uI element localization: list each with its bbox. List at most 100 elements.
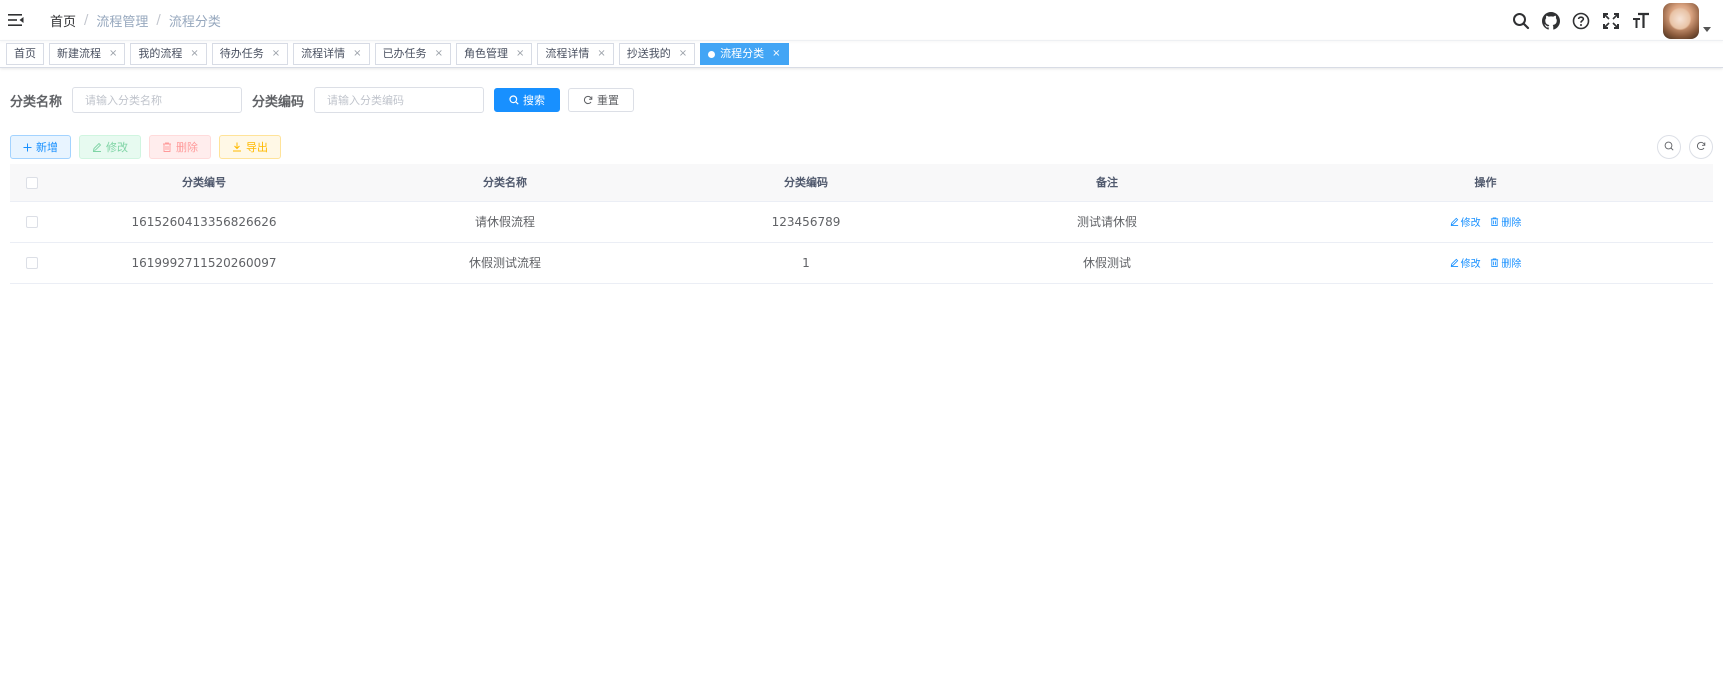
close-icon[interactable]: × — [679, 44, 687, 64]
tag-new-process[interactable]: 新建流程 × — [49, 43, 126, 65]
tag-done-tasks[interactable]: 已办任务 × — [374, 43, 451, 65]
edit-button[interactable]: 修改 — [79, 135, 141, 159]
row-edit-label: 修改 — [1460, 259, 1481, 270]
tag-label: 待办任务 — [219, 47, 264, 60]
add-button[interactable]: 新增 — [10, 135, 71, 159]
reset-button-label: 重置 — [597, 94, 620, 107]
row-delete-label: 删除 — [1501, 218, 1522, 229]
font-size-icon[interactable] — [1631, 11, 1651, 31]
tag-cc-me[interactable]: 抄送我的 × — [618, 43, 696, 65]
category-name-input[interactable]: 请输入分类名称 — [72, 87, 243, 113]
navbar: 首页 / 流程管理 / 流程分类 — [0, 0, 1723, 41]
user-avatar[interactable] — [1663, 2, 1699, 39]
export-button[interactable]: 导出 — [219, 135, 281, 159]
delete-button[interactable]: 删除 — [149, 135, 211, 159]
tag-label: 流程详情 — [301, 47, 346, 60]
tag-process-category[interactable]: 流程分类 × — [700, 43, 789, 65]
download-icon — [232, 142, 242, 152]
cell-category-id: 1615260413356826626 — [54, 201, 354, 243]
toolbar: 新增 修改 删除 导出 — [10, 135, 1713, 159]
row-select-cell — [10, 242, 54, 284]
search-icon — [1664, 140, 1674, 155]
row-checkbox[interactable] — [26, 216, 38, 228]
category-table: 分类编号 分类名称 分类编码 备注 操作 1615260413356826626… — [10, 164, 1713, 284]
tag-role-management[interactable]: 角色管理 × — [455, 43, 533, 65]
tag-process-detail[interactable]: 流程详情 × — [293, 43, 370, 65]
tag-label: 已办任务 — [382, 47, 427, 60]
tag-label: 角色管理 — [463, 47, 508, 60]
toggle-search-button[interactable] — [1657, 135, 1681, 159]
delete-button-label: 删除 — [176, 141, 198, 154]
tag-label: 我的流程 — [138, 47, 183, 60]
tag-label: 流程详情 — [545, 47, 590, 60]
search-icon[interactable] — [1511, 11, 1531, 31]
row-delete-link[interactable]: 删除 — [1490, 214, 1521, 229]
close-icon[interactable]: × — [597, 44, 605, 64]
search-form: 分类名称 请输入分类名称 分类编码 请输入分类编码 搜索 重置 — [10, 86, 1713, 114]
tag-home[interactable]: 首页 — [6, 43, 44, 65]
category-code-label: 分类编码 — [252, 94, 305, 110]
right-menu — [1501, 0, 1711, 41]
add-button-label: 新增 — [36, 141, 58, 154]
close-icon[interactable]: × — [272, 44, 280, 64]
tag-todo-tasks[interactable]: 待办任务 × — [211, 43, 289, 65]
tag-process-detail-2[interactable]: 流程详情 × — [537, 43, 614, 65]
breadcrumb-process-category: 流程分类 — [168, 14, 221, 30]
header-category-name: 分类名称 — [354, 164, 656, 202]
hamburger-icon[interactable] — [8, 13, 24, 27]
plus-icon — [23, 143, 32, 152]
active-dot-icon — [708, 50, 716, 58]
edit-button-label: 修改 — [106, 141, 128, 154]
search-icon — [509, 95, 519, 105]
row-delete-label: 删除 — [1501, 259, 1522, 270]
select-all-cell — [10, 164, 54, 202]
close-icon[interactable]: × — [435, 44, 443, 64]
category-code-input[interactable]: 请输入分类编码 — [314, 87, 485, 113]
close-icon[interactable]: × — [109, 44, 117, 64]
cell-category-id: 1619992711520260097 — [54, 242, 354, 284]
category-name-label: 分类名称 — [10, 94, 63, 110]
row-delete-link[interactable]: 删除 — [1490, 255, 1521, 270]
header-actions: 操作 — [1258, 164, 1713, 202]
search-button[interactable]: 搜索 — [494, 88, 561, 112]
table-row: 1615260413356826626 请休假流程 123456789 测试请休… — [10, 201, 1713, 243]
edit-icon — [92, 142, 102, 152]
cell-category-name: 休假测试流程 — [354, 242, 656, 284]
fullscreen-icon[interactable] — [1601, 11, 1621, 31]
breadcrumb-process-management: 流程管理 — [96, 14, 149, 30]
breadcrumb-home[interactable]: 首页 — [50, 11, 76, 30]
cell-category-code: 123456789 — [656, 201, 956, 243]
reset-button[interactable]: 重置 — [568, 88, 635, 112]
cell-actions: 修改 删除 — [1258, 242, 1713, 284]
cell-category-code: 1 — [656, 242, 956, 284]
row-edit-label: 修改 — [1460, 218, 1481, 229]
cell-category-name: 请休假流程 — [354, 201, 656, 243]
right-toolbar — [1649, 135, 1713, 159]
tag-label: 抄送我的 — [626, 47, 671, 60]
select-all-checkbox[interactable] — [26, 176, 38, 189]
help-icon[interactable] — [1571, 11, 1591, 31]
tag-my-process[interactable]: 我的流程 × — [130, 43, 207, 65]
tags-view: 首页 新建流程 × 我的流程 × 待办任务 × 流程详情 × 已办任务 × 角色管理 × 流… — [0, 41, 1723, 68]
close-icon[interactable]: × — [516, 44, 524, 64]
cell-actions: 修改 删除 — [1258, 201, 1713, 243]
app-main: 分类名称 请输入分类名称 分类编码 请输入分类编码 搜索 重置 新增 修改 删除… — [0, 86, 1723, 284]
breadcrumb: 首页 / 流程管理 / 流程分类 — [50, 11, 221, 30]
github-icon[interactable] — [1541, 11, 1561, 31]
export-button-label: 导出 — [246, 141, 268, 154]
close-icon[interactable]: × — [353, 44, 361, 64]
close-icon[interactable]: × — [190, 44, 198, 64]
edit-icon — [1450, 217, 1458, 226]
row-select-cell — [10, 201, 54, 243]
refresh-icon — [583, 95, 593, 105]
refresh-button[interactable] — [1689, 135, 1713, 159]
header-remark: 备注 — [956, 164, 1258, 202]
tag-label: 首页 — [14, 47, 36, 60]
close-icon[interactable]: × — [772, 44, 780, 64]
row-edit-link[interactable]: 修改 — [1450, 255, 1481, 270]
caret-down-icon[interactable] — [1703, 27, 1711, 32]
row-checkbox[interactable] — [26, 257, 38, 269]
trash-icon — [1491, 217, 1499, 226]
edit-icon — [1450, 258, 1458, 267]
row-edit-link[interactable]: 修改 — [1450, 214, 1481, 229]
